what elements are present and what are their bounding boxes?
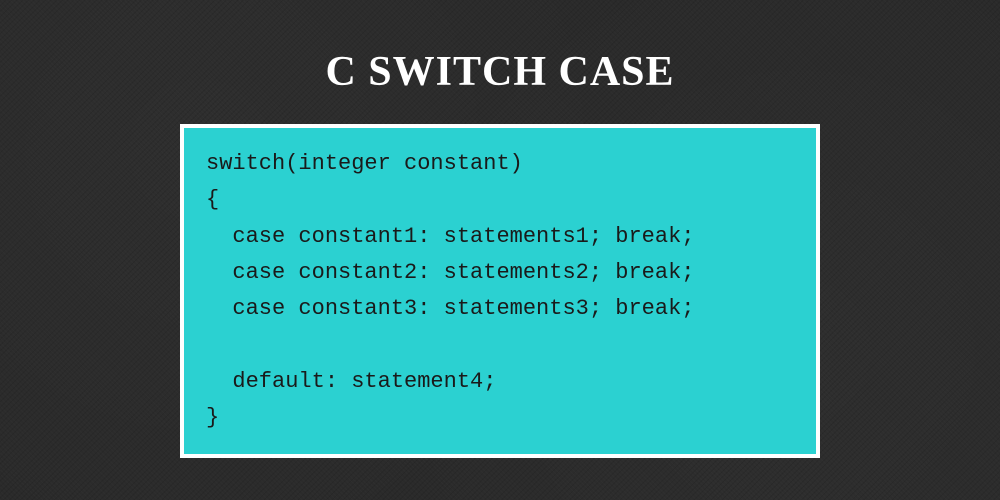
code-example-box: switch(integer constant) { case constant… [180,124,820,458]
code-content: switch(integer constant) { case constant… [206,146,794,436]
slide-title: C SWITCH CASE [0,0,1000,96]
